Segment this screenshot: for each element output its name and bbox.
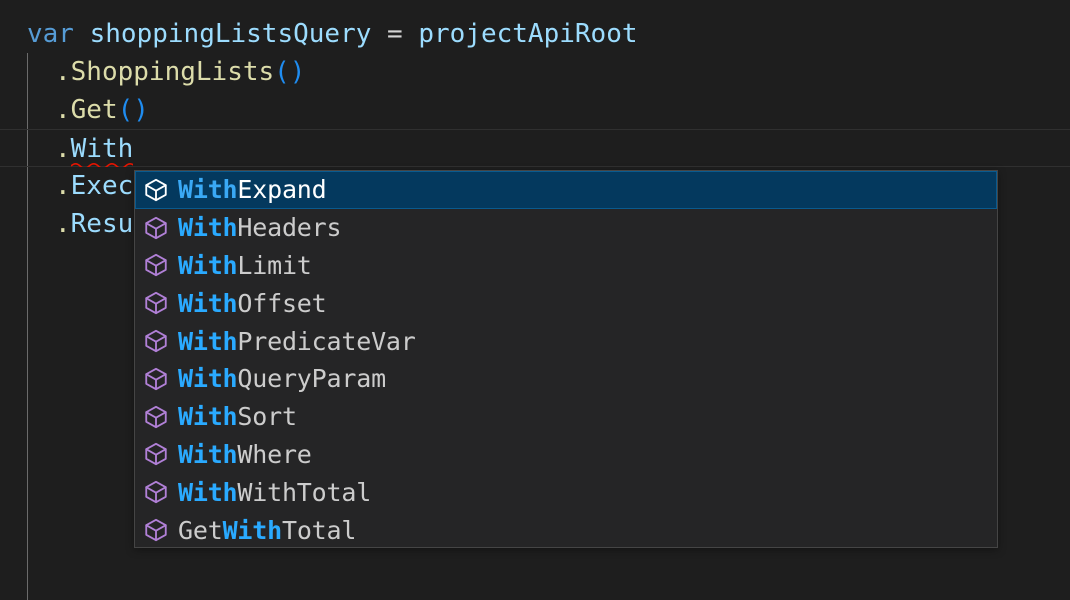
suggest-item-match: With <box>178 175 237 204</box>
code-token: . <box>55 134 71 164</box>
suggest-item-label: WithHeaders <box>178 215 341 240</box>
suggest-item-label: WithSort <box>178 404 297 429</box>
code-token: . <box>55 171 71 201</box>
suggest-item-label: WithWithTotal <box>178 480 371 505</box>
error-underlined-token: With <box>71 130 134 168</box>
intellisense-suggest-widget[interactable]: WithExpandWithHeadersWithLimitWithOffset… <box>134 170 998 548</box>
method-cube-icon <box>143 517 169 543</box>
code-token: = <box>387 19 403 49</box>
code-token: () <box>274 57 305 87</box>
suggest-item-match: With <box>178 251 237 280</box>
suggest-item-label: WithWhere <box>178 442 312 467</box>
method-cube-icon <box>143 328 169 354</box>
method-cube-icon <box>143 479 169 505</box>
suggest-item-match: With <box>178 440 237 469</box>
suggest-item-rest: Sort <box>237 402 296 431</box>
method-cube-icon <box>143 177 169 203</box>
suggest-item-label: GetWithTotal <box>178 518 356 543</box>
suggest-item-list[interactable]: WithExpandWithHeadersWithLimitWithOffset… <box>135 171 997 548</box>
suggest-item-match: With <box>178 402 237 431</box>
suggest-item-match: With <box>223 516 282 545</box>
suggest-item-label: WithLimit <box>178 253 312 278</box>
code-token: . <box>55 57 71 87</box>
suggest-item[interactable]: WithLimit <box>135 247 997 285</box>
code-line-text: .Resu <box>0 209 133 239</box>
code-line-text: .Exec <box>0 171 133 201</box>
suggest-item[interactable]: WithWithTotal <box>135 473 997 511</box>
method-cube-icon <box>143 252 169 278</box>
suggest-item[interactable]: WithHeaders <box>135 209 997 247</box>
method-cube-icon <box>143 366 169 392</box>
code-line-text: .With <box>0 134 133 164</box>
method-cube-icon <box>143 441 169 467</box>
code-line[interactable]: .ShoppingLists() <box>0 53 1070 91</box>
suggest-item[interactable]: WithExpand <box>135 171 997 209</box>
code-token: . <box>55 95 71 125</box>
method-cube-icon <box>143 404 169 430</box>
suggest-item[interactable]: WithQueryParam <box>135 360 997 398</box>
code-token: Exec <box>71 171 134 201</box>
suggest-item[interactable]: WithPredicateVar <box>135 322 997 360</box>
suggest-item[interactable]: WithOffset <box>135 284 997 322</box>
suggest-item-rest: WithTotal <box>237 478 371 507</box>
code-token: ShoppingLists <box>71 57 275 87</box>
suggest-item-label: WithPredicateVar <box>178 329 416 354</box>
suggest-item-rest: Where <box>237 440 311 469</box>
code-token: shoppingListsQuery <box>90 19 372 49</box>
code-token: Resu <box>71 209 134 239</box>
code-token <box>371 19 387 49</box>
suggest-item-rest: Total <box>282 516 356 545</box>
suggest-item-rest: Expand <box>237 175 326 204</box>
suggest-item-rest: Limit <box>237 251 311 280</box>
code-line-text: .Get() <box>0 95 149 125</box>
code-token <box>74 19 90 49</box>
code-token: () <box>118 95 149 125</box>
code-token: var <box>27 19 74 49</box>
code-token: With <box>71 134 134 164</box>
suggest-item-match: With <box>178 289 237 318</box>
suggest-item[interactable]: WithWhere <box>135 436 997 474</box>
code-token: Get <box>71 95 118 125</box>
suggest-item-match: With <box>178 327 237 356</box>
code-line-text: .ShoppingLists() <box>0 57 305 87</box>
suggest-item-match: With <box>178 478 237 507</box>
code-line[interactable]: .Get() <box>0 91 1070 129</box>
suggest-item-rest: Offset <box>237 289 326 318</box>
suggest-item-label: WithExpand <box>178 177 327 202</box>
suggest-item-label: WithOffset <box>178 291 327 316</box>
suggest-item-rest: Headers <box>237 213 341 242</box>
suggest-item[interactable]: GetWithTotal <box>135 511 997 548</box>
suggest-item-match: With <box>178 364 237 393</box>
suggest-item[interactable]: WithSort <box>135 398 997 436</box>
suggest-item-rest: QueryParam <box>237 364 386 393</box>
code-token <box>403 19 419 49</box>
code-line[interactable]: .With <box>0 129 1070 167</box>
code-editor[interactable]: var shoppingListsQuery = projectApiRoot.… <box>0 0 1070 600</box>
suggest-item-match: With <box>178 213 237 242</box>
method-cube-icon <box>143 290 169 316</box>
code-line[interactable]: var shoppingListsQuery = projectApiRoot <box>0 15 1070 53</box>
code-line-text: var shoppingListsQuery = projectApiRoot <box>0 19 638 49</box>
suggest-item-rest: PredicateVar <box>237 327 415 356</box>
code-token: projectApiRoot <box>418 19 637 49</box>
code-token: . <box>55 209 71 239</box>
method-cube-icon <box>143 215 169 241</box>
suggest-item-label: WithQueryParam <box>178 366 386 391</box>
